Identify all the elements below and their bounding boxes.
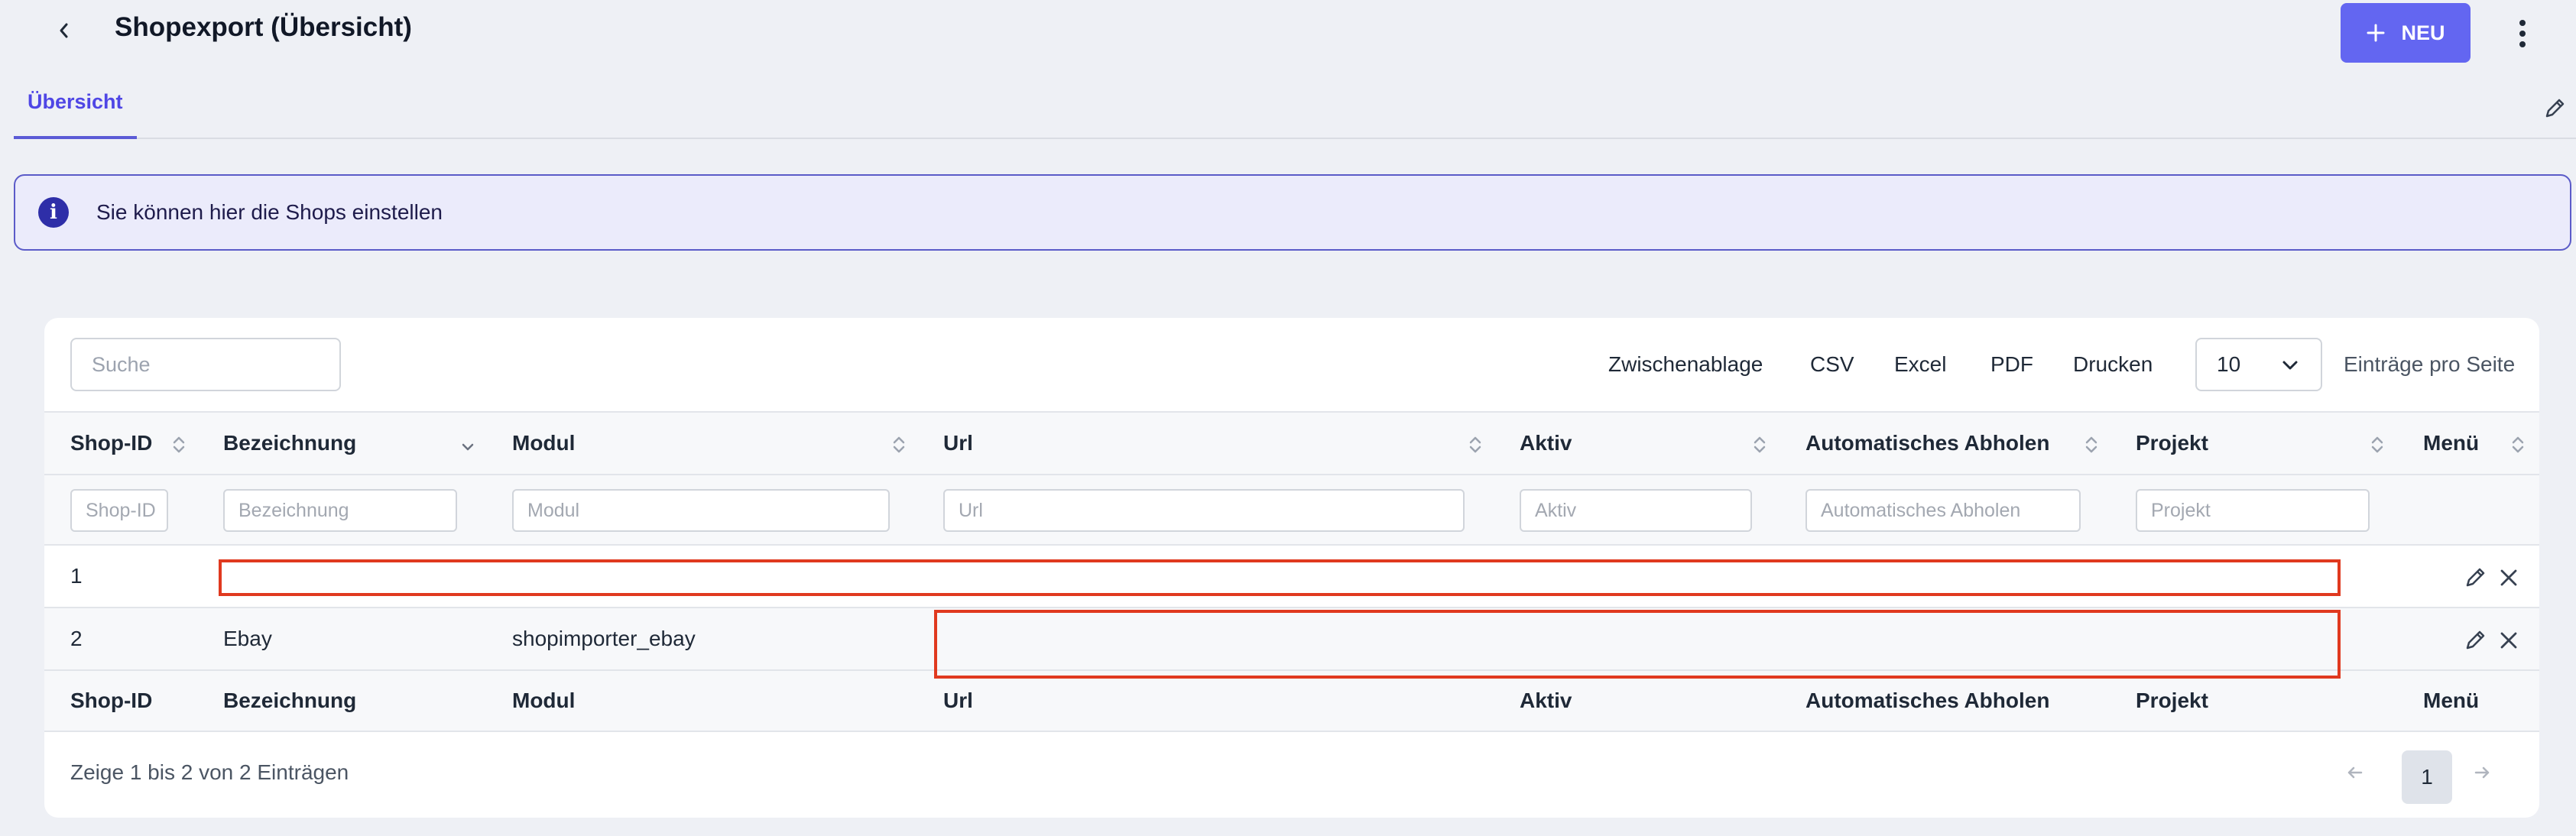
filter-automatisches-abholen-input[interactable] (1805, 489, 2081, 532)
filter-url-input[interactable] (943, 489, 1465, 532)
per-page-value: 10 (2217, 352, 2241, 376)
filter-aktiv-input[interactable] (1520, 489, 1752, 532)
footer-label-automatisches-abholen: Automatisches Abholen (1805, 689, 2050, 712)
column-header-shop-id[interactable]: Shop-ID (70, 413, 152, 474)
sort-icon[interactable] (891, 434, 907, 455)
pencil-icon (2466, 568, 2485, 587)
tab-uebersicht[interactable]: Übersicht (14, 84, 137, 139)
pencil-icon (2466, 630, 2485, 650)
highlight-box (934, 610, 2341, 679)
column-header-bezeichnung[interactable]: Bezeichnung (223, 413, 356, 474)
new-button-label: NEU (2401, 21, 2445, 44)
sort-icon[interactable] (2510, 434, 2526, 455)
delete-row-button[interactable] (2493, 625, 2524, 656)
footer-label-menu: Menü (2423, 689, 2480, 712)
footer-label-modul: Modul (512, 689, 576, 712)
highlight-box (219, 559, 2341, 596)
table-header-row: Shop-ID Bezeichnung Modul Url Aktiv Auto… (44, 411, 2539, 474)
filter-shop-id-input[interactable] (70, 489, 168, 532)
sort-icon[interactable] (1468, 434, 1483, 455)
back-button[interactable] (47, 14, 81, 47)
filter-projekt-input[interactable] (2136, 489, 2370, 532)
export-clipboard-button[interactable]: Zwischenablage (1608, 338, 1763, 391)
more-vertical-icon (2519, 20, 2526, 47)
edit-view-button[interactable] (2539, 92, 2570, 125)
cell-modul: shopimporter_ebay (512, 627, 696, 650)
table-footer-row: Shop-ID Bezeichnung Modul Url Aktiv Auto… (44, 669, 2539, 732)
column-header-aktiv[interactable]: Aktiv (1520, 413, 1572, 474)
sort-icon[interactable] (2370, 434, 2385, 455)
search-input[interactable] (70, 338, 341, 391)
info-banner: i Sie können hier die Shops einstellen (14, 174, 2571, 251)
column-header-automatisches-abholen[interactable]: Automatisches Abholen (1805, 413, 2049, 474)
info-icon: i (38, 197, 69, 228)
arrow-left-icon (2347, 766, 2363, 779)
new-button[interactable]: NEU (2341, 3, 2471, 63)
filter-modul-input[interactable] (512, 489, 890, 532)
footer-label-bezeichnung: Bezeichnung (223, 689, 357, 712)
export-excel-button[interactable]: Excel (1894, 338, 1946, 391)
table-summary: Zeige 1 bis 2 von 2 Einträgen (70, 760, 349, 784)
cell-shop-id: 2 (70, 627, 83, 650)
arrow-right-icon (2474, 766, 2490, 779)
close-icon (2500, 569, 2517, 586)
per-page-label: Einträge pro Seite (2344, 352, 2516, 376)
column-header-menu[interactable]: Menü (2423, 413, 2479, 474)
sort-icon[interactable] (2084, 434, 2099, 455)
cell-shop-id: 1 (70, 564, 83, 588)
info-text: Sie können hier die Shops einstellen (96, 200, 443, 224)
page-title: Shopexport (Übersicht) (115, 12, 412, 42)
close-icon (2500, 632, 2517, 649)
table-filter-row (44, 474, 2539, 544)
footer-label-projekt: Projekt (2136, 689, 2208, 712)
cell-bezeichnung: Ebay (223, 627, 272, 650)
footer-label-shop-id: Shop-ID (70, 689, 153, 712)
pagination-next-button[interactable] (2463, 753, 2501, 792)
column-header-projekt[interactable]: Projekt (2136, 413, 2208, 474)
filter-bezeichnung-input[interactable] (223, 489, 457, 532)
footer-label-url: Url (943, 689, 973, 712)
print-button[interactable]: Drucken (2073, 338, 2153, 391)
edit-row-button[interactable] (2460, 562, 2490, 593)
export-pdf-button[interactable]: PDF (1990, 338, 2033, 391)
more-menu-button[interactable] (2507, 12, 2538, 55)
chevron-left-icon (60, 23, 68, 38)
sort-icon[interactable] (1752, 434, 1767, 455)
pencil-icon (2545, 99, 2565, 118)
export-csv-button[interactable]: CSV (1810, 338, 1854, 391)
plus-icon (2367, 24, 2385, 42)
sort-icon[interactable] (171, 434, 187, 455)
sort-desc-icon[interactable] (460, 434, 475, 455)
chevron-down-icon (2282, 361, 2298, 370)
delete-row-button[interactable] (2493, 562, 2524, 593)
per-page-select[interactable]: 10 (2195, 338, 2322, 391)
shops-table-card: Zwischenablage CSV Excel PDF Drucken 10 … (44, 318, 2539, 818)
pagination-prev-button[interactable] (2336, 753, 2374, 792)
footer-label-aktiv: Aktiv (1520, 689, 1572, 712)
column-header-url[interactable]: Url (943, 413, 973, 474)
edit-row-button[interactable] (2460, 625, 2490, 656)
tab-bar: Übersicht (14, 84, 2576, 139)
column-header-modul[interactable]: Modul (512, 413, 575, 474)
page-header: Shopexport (Übersicht) NEU Übersicht (0, 0, 2576, 139)
pagination-page-button[interactable]: 1 (2402, 750, 2452, 804)
